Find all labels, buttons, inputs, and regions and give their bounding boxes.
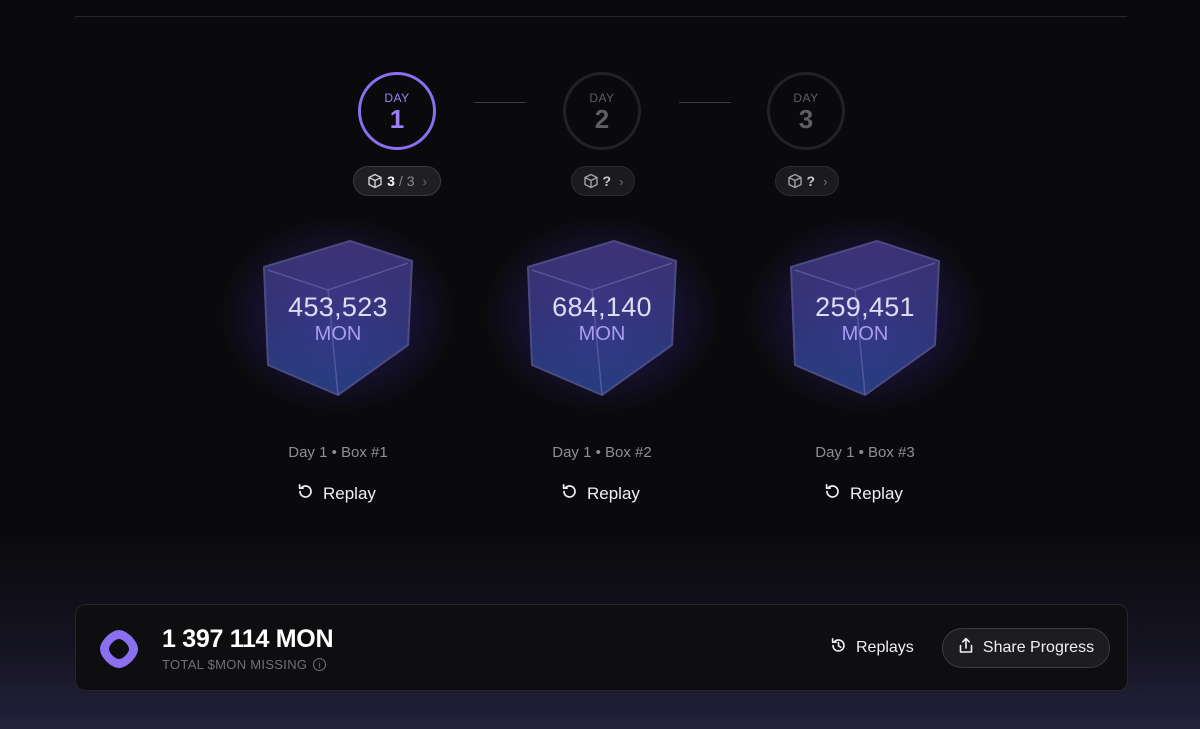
day-step-2[interactable]: DAY 2	[563, 72, 641, 150]
box-caption: Day 1 • Box #3	[815, 444, 915, 461]
box-reward: 259,451 MON	[735, 292, 995, 346]
chevron-right-icon: ›	[823, 173, 828, 189]
share-progress-button[interactable]: Share Progress	[942, 628, 1110, 668]
replay-button-1[interactable]: Replay	[297, 482, 376, 506]
step-connector	[679, 102, 731, 103]
day-label: DAY	[384, 91, 410, 105]
unknown-count: ?	[806, 173, 816, 189]
chevron-right-icon: ›	[619, 173, 624, 189]
cube-icon	[787, 173, 803, 189]
replay-label: Replay	[323, 484, 376, 503]
replay-label: Replay	[850, 484, 903, 503]
box-reward: 684,140 MON	[472, 292, 732, 346]
day-number: 2	[594, 104, 610, 134]
replays-label: Replays	[856, 639, 914, 656]
box-unit: MON	[841, 323, 889, 345]
top-divider	[75, 16, 1127, 17]
step-connector	[474, 102, 526, 103]
day-1-box-count-pill[interactable]: 3 / 3 ›	[353, 166, 441, 196]
day-step-3[interactable]: DAY 3	[767, 72, 845, 150]
info-icon[interactable]: i	[313, 658, 327, 671]
reward-box-1[interactable]: 453,523 MON	[208, 215, 468, 415]
total-count: 3	[406, 173, 415, 189]
box-unit: MON	[314, 323, 362, 345]
day-label: DAY	[793, 91, 819, 105]
summary-bar: 1 397 114 MON TOTAL $MON MISSING i Repla…	[75, 604, 1128, 691]
day-step-1[interactable]: DAY 1	[358, 72, 436, 150]
box-amount: 684,140	[552, 292, 652, 322]
replay-button-3[interactable]: Replay	[824, 482, 903, 506]
chevron-right-icon: ›	[422, 173, 427, 189]
replays-button[interactable]: Replays	[830, 637, 914, 659]
day-number: 3	[798, 104, 814, 134]
box-amount: 453,523	[288, 292, 388, 322]
cube-icon	[367, 173, 383, 189]
reward-box-2[interactable]: 684,140 MON	[472, 215, 732, 415]
reward-box-3[interactable]: 259,451 MON	[735, 215, 995, 415]
rotate-ccw-icon	[561, 483, 578, 505]
monad-logo	[97, 627, 141, 676]
share-icon	[958, 637, 974, 659]
total-label-text: TOTAL $MON MISSING	[162, 657, 308, 672]
day-2-box-count-pill[interactable]: ? ›	[571, 166, 635, 196]
share-label: Share Progress	[982, 639, 1095, 656]
history-icon	[830, 637, 847, 659]
box-unit: MON	[578, 323, 626, 345]
box-caption: Day 1 • Box #2	[552, 444, 652, 461]
day-3-box-count-pill[interactable]: ? ›	[775, 166, 839, 196]
count-separator: /	[398, 173, 403, 189]
opened-count: 3	[387, 173, 395, 189]
cube-icon	[583, 173, 599, 189]
rotate-ccw-icon	[824, 483, 841, 505]
box-caption: Day 1 • Box #1	[288, 444, 388, 461]
total-missing-amount: 1 397 114 MON	[162, 625, 334, 653]
replay-label: Replay	[587, 484, 640, 503]
box-amount: 259,451	[815, 292, 915, 322]
day-number: 1	[389, 104, 405, 134]
day-label: DAY	[589, 91, 615, 105]
total-missing-label: TOTAL $MON MISSING i	[162, 657, 327, 672]
box-reward: 453,523 MON	[208, 292, 468, 346]
rotate-ccw-icon	[297, 483, 314, 505]
unknown-count: ?	[602, 173, 612, 189]
replay-button-2[interactable]: Replay	[561, 482, 640, 506]
